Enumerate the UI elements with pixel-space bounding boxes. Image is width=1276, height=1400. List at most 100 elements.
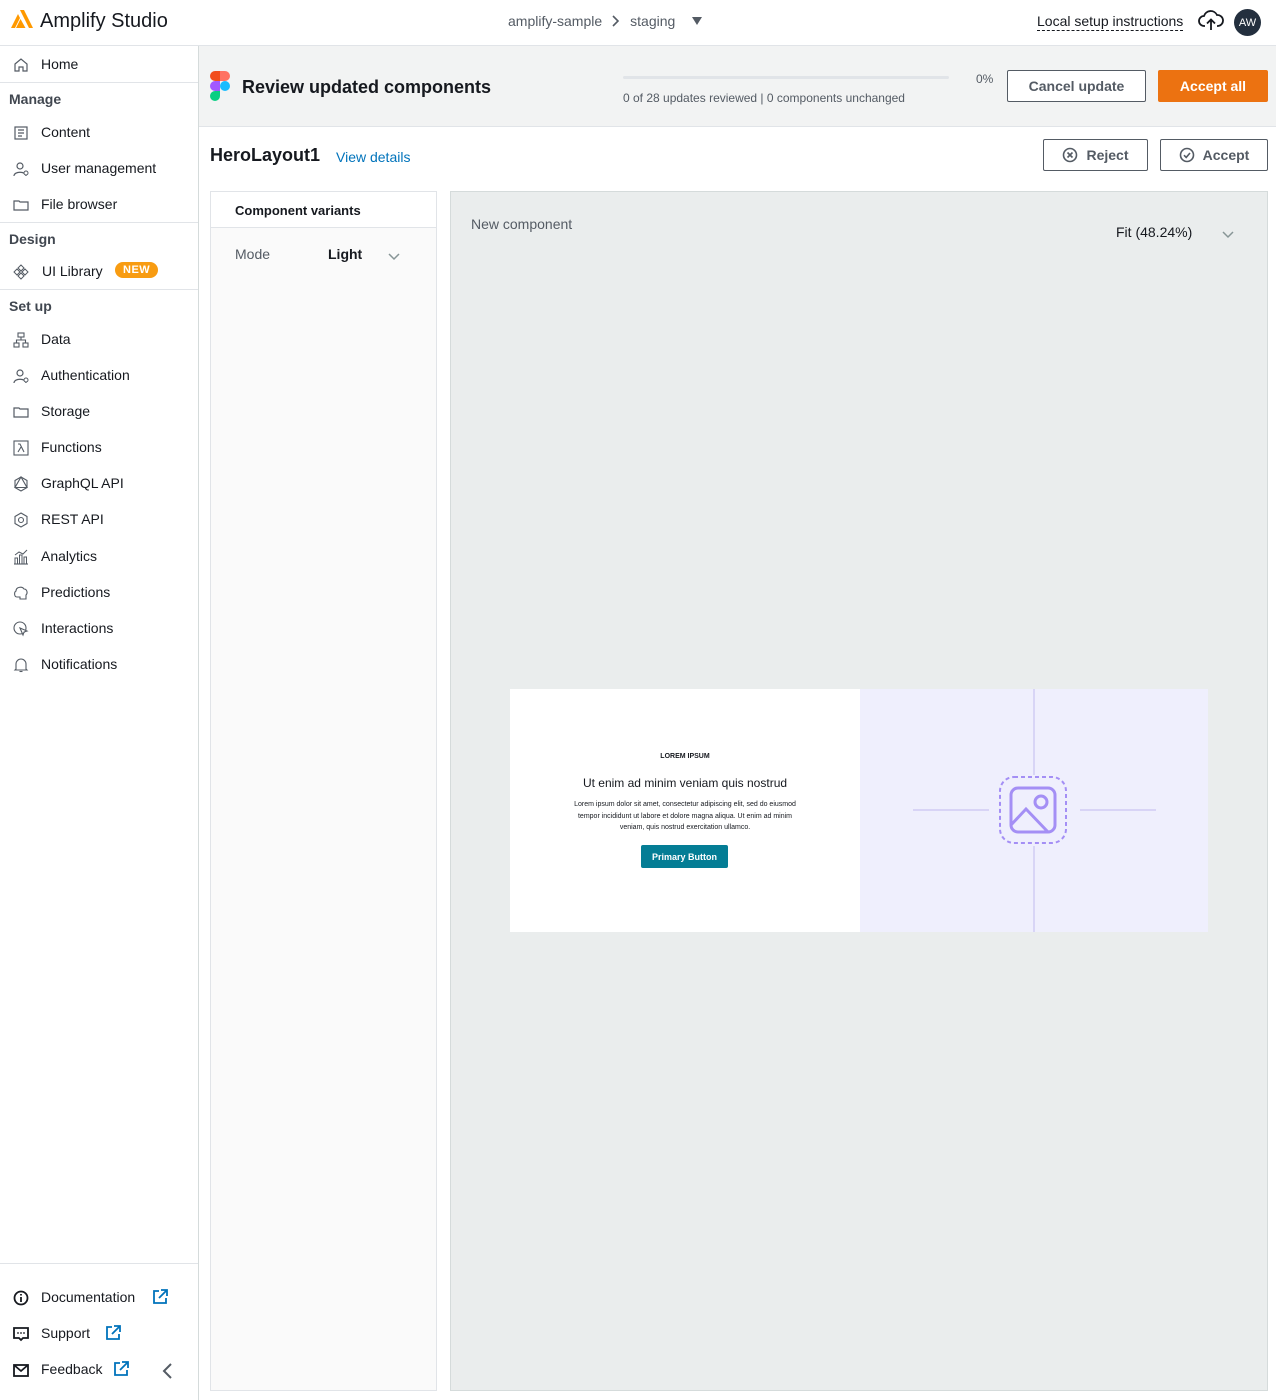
divider [0, 289, 198, 290]
support-chat-icon [12, 1325, 30, 1343]
accept-label: Accept [1202, 147, 1250, 163]
mode-select[interactable]: Light [328, 246, 362, 262]
sidebar-item-storage[interactable]: Storage [0, 397, 198, 425]
bell-icon [12, 656, 30, 674]
review-progress-bar [623, 76, 949, 79]
view-details-link[interactable]: View details [336, 149, 410, 165]
hero-text-area: LOREM IPSUM Ut enim ad minim veniam quis… [510, 689, 860, 932]
brain-icon [12, 584, 30, 602]
sidebar-item-notifications[interactable]: Notifications [0, 650, 198, 678]
external-link-icon [113, 1361, 129, 1380]
sidebar-item-data[interactable]: Data [0, 325, 198, 353]
sidebar-item-rest-api[interactable]: REST API [0, 505, 198, 533]
external-link-icon [105, 1325, 121, 1344]
sidebar-item-interactions[interactable]: Interactions [0, 614, 198, 642]
mode-label: Mode [235, 246, 271, 262]
reject-button[interactable]: Reject [1043, 139, 1148, 171]
chevron-down-icon[interactable] [388, 248, 400, 266]
cancel-update-button[interactable]: Cancel update [1007, 70, 1146, 102]
hero-primary-button: Primary Button [641, 845, 728, 868]
sidebar-item-label: Feedback [41, 1361, 103, 1377]
accept-button[interactable]: Accept [1160, 139, 1268, 171]
analytics-icon [12, 548, 30, 566]
variants-title: Component variants [235, 203, 361, 218]
sidebar-item-label: Data [41, 331, 71, 347]
pointer-click-icon [12, 620, 30, 638]
data-model-icon [12, 331, 30, 349]
sidebar-item-label: Notifications [41, 656, 118, 672]
reject-label: Reject [1086, 147, 1129, 163]
sidebar-item-label: GraphQL API [41, 475, 124, 491]
sidebar-item-label: Storage [41, 403, 91, 419]
sidebar-item-label: REST API [41, 511, 104, 527]
app-title: Amplify Studio [40, 10, 168, 32]
user-icon [12, 160, 30, 178]
graphql-icon [12, 475, 30, 493]
hero-heading: Ut enim ad minim veniam quis nostrud [582, 776, 788, 790]
figma-logo-icon [210, 71, 230, 106]
image-icon [998, 775, 1070, 852]
sidebar-item-label: Functions [41, 439, 102, 455]
sidebar-item-functions[interactable]: Functions [0, 433, 198, 461]
lambda-icon [12, 439, 30, 457]
mail-icon [12, 1361, 30, 1379]
sidebar: Home Manage Content User management File… [0, 46, 199, 1400]
sidebar-item-ui-library[interactable]: UI Library NEW [0, 257, 198, 285]
hero-body: Lorem ipsum dolor sit amet, consectetur … [574, 801, 796, 831]
component-preview-panel: New component Fit (48.24%) LOREM IPSUM U… [450, 191, 1268, 1391]
breadcrumb-environment[interactable]: staging [630, 13, 675, 29]
new-badge: NEW [115, 262, 159, 278]
sidebar-item-support[interactable]: Support [0, 1319, 198, 1347]
section-title-manage: Manage [9, 91, 62, 107]
x-circle-icon [1062, 147, 1078, 163]
cloud-upload-icon[interactable] [1198, 10, 1224, 37]
sidebar-item-file-browser[interactable]: File browser [0, 190, 198, 218]
section-title-design: Design [9, 231, 56, 247]
sidebar-item-analytics[interactable]: Analytics [0, 542, 198, 570]
sidebar-item-label: Interactions [41, 620, 114, 636]
sidebar-item-graphql-api[interactable]: GraphQL API [0, 469, 198, 497]
accept-all-button[interactable]: Accept all [1158, 70, 1268, 102]
sidebar-item-home[interactable]: Home [0, 50, 198, 78]
collapse-sidebar-icon[interactable] [160, 1362, 174, 1385]
check-circle-icon [1179, 147, 1195, 163]
top-bar: Amplify Studio amplify-sample staging Lo… [0, 0, 1276, 46]
sidebar-item-user-management[interactable]: User management [0, 154, 198, 182]
zoom-select[interactable]: Fit (48.24%) [1116, 224, 1192, 240]
content-icon [12, 124, 30, 142]
amplify-logo-icon [10, 9, 34, 34]
sidebar-item-label: Documentation [41, 1289, 136, 1305]
api-icon [12, 511, 30, 529]
component-variants-panel: Component variants Mode Light [210, 191, 437, 1391]
breadcrumb-app[interactable]: amplify-sample [508, 13, 602, 29]
folder-icon [12, 196, 30, 214]
chevron-down-icon[interactable] [1222, 226, 1234, 244]
review-progress-description: 0 of 28 updates reviewed | 0 components … [623, 91, 905, 105]
caret-down-icon[interactable] [691, 16, 703, 26]
section-title-setup: Set up [9, 298, 52, 314]
hero-layout-preview: LOREM IPSUM Ut enim ad minim veniam quis… [510, 689, 1208, 932]
sidebar-item-label: Content [41, 124, 91, 140]
sidebar-item-label: Analytics [41, 548, 98, 564]
sidebar-item-documentation[interactable]: Documentation [0, 1283, 198, 1311]
sidebar-item-predictions[interactable]: Predictions [0, 578, 198, 606]
divider [0, 222, 198, 223]
breadcrumb: amplify-sample staging [508, 13, 703, 29]
home-icon [12, 56, 30, 74]
divider [0, 1263, 198, 1264]
sidebar-item-label: UI Library [42, 263, 103, 279]
sidebar-item-label: Predictions [41, 584, 111, 600]
external-link-icon [152, 1289, 168, 1308]
component-name: HeroLayout1 [210, 145, 321, 165]
user-avatar[interactable]: AW [1234, 9, 1261, 36]
local-setup-link[interactable]: Local setup instructions [1037, 13, 1184, 31]
review-header: Review updated components 0% 0 of 28 upd… [199, 46, 1276, 127]
sidebar-item-content[interactable]: Content [0, 118, 198, 146]
user-lock-icon [12, 367, 30, 385]
sidebar-item-label: Support [41, 1325, 91, 1341]
hero-image-placeholder [860, 689, 1208, 932]
brand[interactable]: Amplify Studio [10, 9, 168, 34]
sidebar-item-authentication[interactable]: Authentication [0, 361, 198, 389]
hero-eyebrow: LOREM IPSUM [660, 753, 710, 760]
divider [0, 82, 198, 83]
